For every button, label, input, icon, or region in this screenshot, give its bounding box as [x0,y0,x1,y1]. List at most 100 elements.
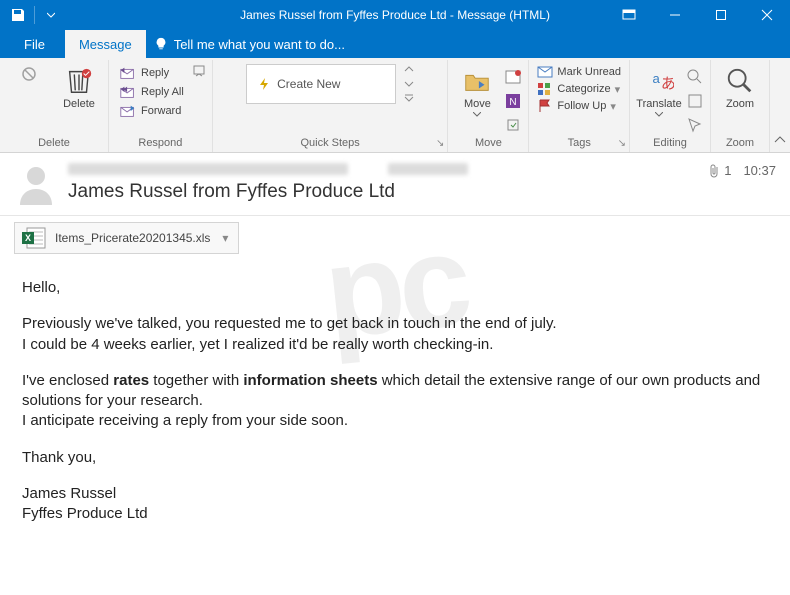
svg-text:X: X [25,233,31,243]
svg-text:N: N [510,97,517,108]
collapse-ribbon-button[interactable] [770,60,790,152]
attachment-dropdown[interactable]: ▾ [218,231,232,245]
rules-icon[interactable] [504,68,522,86]
chevron-down-icon [473,112,481,118]
reply-all-label: Reply All [141,86,184,98]
follow-up-button[interactable]: Follow Up ▾ [535,98,623,114]
categorize-button[interactable]: Categorize ▾ [535,81,623,97]
reply-all-icon [119,84,137,100]
translate-button[interactable]: aあ Translate [636,64,682,120]
chevron-down-icon[interactable] [404,79,414,89]
dialog-launcher-icon[interactable]: ↘ [618,138,626,149]
zoom-button[interactable]: Zoom [717,64,763,112]
minimize-icon [669,9,681,21]
sender-redacted-2 [388,163,468,175]
tell-me-search[interactable]: Tell me what you want to do... [146,37,345,52]
create-new-label: Create New [277,77,340,91]
follow-up-label: Follow Up [557,100,606,112]
group-respond-label: Respond [115,135,206,152]
sender-redacted [68,163,348,175]
attachment-indicator: 1 [708,163,731,178]
avatar-icon [14,161,58,205]
body-p2: Previously we've talked, you requested m… [22,314,768,355]
group-quicksteps-label: Quick Steps [219,135,442,152]
find-icon[interactable] [686,68,704,86]
chevron-down-icon [655,112,663,118]
attachment-item[interactable]: X Items_Pricerate20201345.xls ▾ [14,222,239,254]
zoom-label: Zoom [726,98,754,110]
body-thanks: Thank you, [22,448,768,468]
chevron-up-icon[interactable] [404,64,414,74]
paperclip-icon [708,164,720,178]
group-move: Move N Move [448,60,529,152]
onenote-icon[interactable]: N [504,92,522,110]
quick-access-toolbar [0,0,69,30]
translate-icon: aあ [644,66,674,96]
group-delete: Delete Delete [0,60,109,152]
delete-label: Delete [63,98,95,110]
attachment-count: 1 [724,163,731,178]
group-tags: Mark Unread Categorize ▾ Follow Up ▾ Tag… [529,60,630,152]
save-button[interactable] [4,0,32,30]
related-icon[interactable] [686,92,704,110]
tab-file[interactable]: File [4,30,65,58]
ribbon: Delete Delete Reply Reply All Forward [0,58,790,153]
group-zoom: Zoom Zoom [711,60,770,152]
message-header: James Russel from Fyffes Produce Ltd 1 1… [0,153,790,216]
body-greeting: Hello, [22,278,768,298]
forward-icon [119,103,137,119]
tell-me-text: Tell me what you want to do... [174,37,345,52]
body-p3: I've enclosed rates together with inform… [22,371,768,432]
message-body: Hello, Previously we've talked, you requ… [0,260,790,542]
tab-message[interactable]: Message [65,30,146,58]
respond-more-button[interactable] [192,64,206,78]
delete-button[interactable]: Delete [56,64,102,112]
forward-label: Forward [141,105,181,117]
maximize-button[interactable] [698,0,744,30]
more-icon [192,64,206,78]
minimize-button[interactable] [652,0,698,30]
close-icon [761,9,773,21]
actions-icon[interactable] [504,116,522,134]
flag-icon [537,99,553,113]
group-delete-label: Delete [6,135,102,152]
window-title: James Russel from Fyffes Produce Ltd - M… [240,8,550,22]
chevron-down-icon [47,11,55,19]
chevron-up-icon [774,134,786,146]
categorize-icon [537,82,553,96]
attachment-name: Items_Pricerate20201345.xls [55,231,210,245]
save-icon [10,7,26,23]
reply-label: Reply [141,67,169,79]
mark-unread-button[interactable]: Mark Unread [535,64,623,80]
reply-all-button[interactable]: Reply All [115,83,188,101]
mark-unread-label: Mark Unread [557,66,621,78]
svg-text:a: a [652,71,660,86]
message-time: 10:37 [743,163,776,178]
group-tags-label: Tags [535,135,623,152]
group-respond: Reply Reply All Forward Respond [109,60,213,152]
zoom-icon [725,66,755,96]
attachment-row: X Items_Pricerate20201345.xls ▾ [0,216,790,260]
move-button[interactable]: Move [454,64,500,120]
chevron-down-icon: ▾ [615,83,621,96]
select-icon[interactable] [686,116,704,134]
close-button[interactable] [744,0,790,30]
ignore-button[interactable] [6,64,52,84]
lightbulb-icon [154,37,168,51]
forward-button[interactable]: Forward [115,102,188,120]
dialog-launcher-icon[interactable]: ↘ [436,138,444,149]
quickstep-create-new[interactable]: Create New [246,64,396,104]
ribbon-display-button[interactable] [606,0,652,30]
excel-file-icon: X [21,227,47,249]
expand-icon[interactable] [404,94,414,104]
qat-customize-button[interactable] [37,0,65,30]
delete-icon [64,66,94,96]
title-bar: James Russel from Fyffes Produce Ltd - M… [0,0,790,30]
window-controls [606,0,790,30]
envelope-icon [537,65,553,79]
group-editing: aあ Translate Editing [630,60,711,152]
reply-button[interactable]: Reply [115,64,188,82]
svg-text:あ: あ [661,76,674,93]
group-editing-label: Editing [636,135,704,152]
lightning-icon [257,77,271,91]
